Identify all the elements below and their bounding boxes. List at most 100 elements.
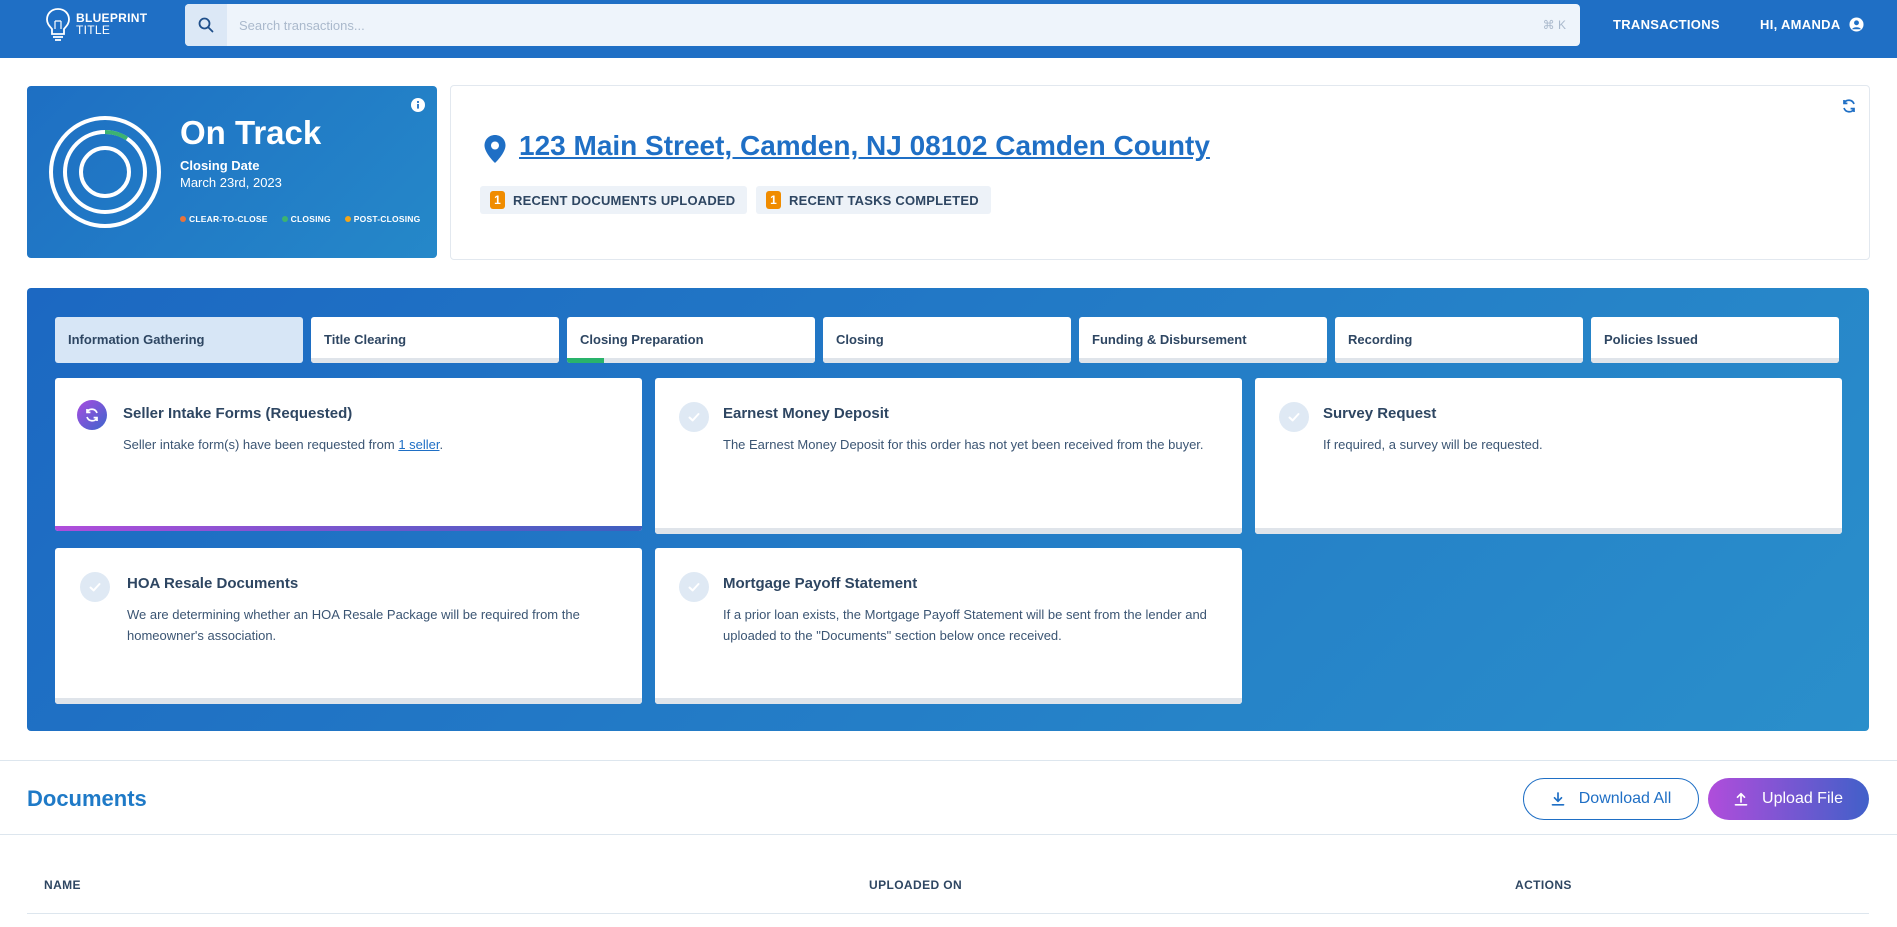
tab-progress-fill	[567, 358, 605, 363]
legend-label: POST-CLOSING	[353, 214, 421, 224]
task-progress-track	[1255, 528, 1842, 534]
task-progress-track	[55, 698, 642, 704]
task-title: HOA Resale Documents	[127, 575, 299, 592]
status-progress-rings	[49, 116, 161, 228]
column-header-name[interactable]: NAME	[44, 878, 81, 892]
lightbulb-logo-icon	[46, 8, 70, 41]
legend-label: CLOSING	[290, 214, 331, 224]
property-address-card: 123 Main Street, Camden, NJ 08102 Camden…	[450, 85, 1870, 260]
legend-dot	[344, 216, 351, 222]
task-title: Mortgage Payoff Statement	[723, 575, 918, 592]
task-progress-bar	[55, 526, 642, 531]
property-address-link[interactable]: 123 Main Street, Camden, NJ 08102 Camden…	[519, 130, 1210, 162]
closing-date-label: Closing Date	[180, 158, 260, 173]
tab-label: Policies Issued	[1604, 332, 1698, 347]
section-divider	[0, 834, 1897, 835]
workflow-panel: Information Gathering Title Clearing Clo…	[27, 288, 1869, 731]
tab-progress-track	[311, 358, 559, 363]
transaction-status-card: On Track Closing Date March 23rd, 2023 C…	[27, 86, 437, 258]
task-card-mortgage-payoff[interactable]: Mortgage Payoff Statement If a prior loa…	[655, 548, 1242, 704]
search-input[interactable]	[227, 4, 1543, 46]
tab-closing-preparation[interactable]: Closing Preparation	[567, 317, 815, 363]
logo-line-2: TITLE	[76, 23, 111, 37]
task-description-text: Seller intake form(s) have been requeste…	[123, 437, 399, 452]
tab-recording[interactable]: Recording	[1335, 317, 1583, 363]
tab-closing[interactable]: Closing	[823, 317, 1071, 363]
nav-transactions-label: TRANSACTIONS	[1613, 17, 1720, 32]
column-header-uploaded-on[interactable]: UPLOADED ON	[869, 878, 962, 892]
tab-progress-track	[1079, 358, 1327, 363]
tab-label: Closing Preparation	[580, 332, 704, 347]
seller-link[interactable]: 1 seller	[398, 437, 439, 452]
task-description: Seller intake form(s) have been requeste…	[123, 434, 618, 455]
badge-label: RECENT DOCUMENTS UPLOADED	[513, 192, 736, 208]
user-menu[interactable]: HI, AMANDA	[1760, 17, 1864, 32]
badge-count: 1	[490, 191, 505, 209]
task-description: If required, a survey will be requested.	[1323, 437, 1543, 452]
tab-information-gathering[interactable]: Information Gathering	[55, 317, 303, 363]
upload-icon	[1734, 792, 1748, 806]
status-legend: CLEAR-TO-CLOSE CLOSING POST-CLOSING	[180, 214, 420, 224]
task-progress-track	[655, 528, 1242, 534]
refresh-icon[interactable]	[1841, 98, 1857, 114]
blueprint-title-logo[interactable]: BLUEPRINT TITLE	[44, 6, 147, 42]
checkmark-icon	[679, 402, 709, 432]
download-all-button[interactable]: Download All	[1523, 778, 1699, 820]
legend-dot	[281, 216, 288, 222]
badge-label: RECENT TASKS COMPLETED	[789, 192, 979, 208]
task-description-end: .	[439, 437, 444, 452]
section-divider	[0, 760, 1897, 761]
recent-tasks-badge[interactable]: 1 RECENT TASKS COMPLETED	[756, 186, 991, 214]
tab-label: Information Gathering	[68, 332, 205, 347]
checkmark-icon	[1279, 402, 1309, 432]
status-title: On Track	[180, 114, 322, 151]
search-shortcut-hint: ⌘ K	[1542, 18, 1566, 32]
checkmark-icon	[679, 572, 709, 602]
tab-label: Closing	[836, 332, 884, 347]
task-progress-track	[655, 698, 1242, 704]
info-icon[interactable]	[411, 98, 425, 112]
task-description: We are determining whether an HOA Resale…	[127, 607, 580, 643]
checkmark-icon	[80, 572, 110, 602]
task-title: Earnest Money Deposit	[723, 405, 889, 422]
tab-title-clearing[interactable]: Title Clearing	[311, 317, 559, 363]
column-header-actions: ACTIONS	[1515, 878, 1572, 892]
upload-file-button[interactable]: Upload File	[1708, 778, 1869, 820]
tab-label: Recording	[1348, 332, 1413, 347]
tab-progress-track	[823, 358, 1071, 363]
task-title: Seller Intake Forms (Requested)	[123, 405, 353, 422]
task-card-hoa-resale[interactable]: HOA Resale Documents We are determining …	[55, 548, 642, 704]
search-icon[interactable]	[185, 4, 227, 46]
tab-progress-track	[1335, 358, 1583, 363]
recent-documents-badge[interactable]: 1 RECENT DOCUMENTS UPLOADED	[480, 186, 748, 214]
legend-label: CLEAR-TO-CLOSE	[189, 214, 268, 224]
download-icon	[1551, 792, 1565, 806]
legend-dot	[180, 216, 186, 222]
search-bar: ⌘ K	[185, 4, 1580, 46]
task-description: The Earnest Money Deposit for this order…	[723, 437, 1204, 452]
closing-date-value: March 23rd, 2023	[180, 175, 282, 190]
task-title: Survey Request	[1323, 405, 1437, 422]
badge-count: 1	[766, 191, 781, 209]
download-all-label: Download All	[1578, 790, 1672, 807]
tab-progress-track	[567, 358, 815, 363]
logo-wordmark: BLUEPRINT TITLE	[76, 12, 147, 36]
user-avatar-icon	[1848, 17, 1864, 32]
legend-item-clear-to-close: CLEAR-TO-CLOSE	[180, 214, 268, 224]
task-card-seller-intake[interactable]: Seller Intake Forms (Requested) Seller i…	[55, 378, 642, 531]
tab-funding-disbursement[interactable]: Funding & Disbursement	[1079, 317, 1327, 363]
upload-file-label: Upload File	[1762, 790, 1843, 807]
map-pin-icon	[484, 135, 506, 163]
tab-policies-issued[interactable]: Policies Issued	[1591, 317, 1839, 363]
nav-transactions-link[interactable]: TRANSACTIONS	[1613, 17, 1720, 32]
task-card-survey-request[interactable]: Survey Request If required, a survey wil…	[1255, 378, 1842, 534]
documents-heading: Documents	[27, 786, 147, 811]
sync-status-icon	[77, 400, 107, 430]
legend-item-closing: CLOSING	[281, 214, 331, 224]
tab-label: Title Clearing	[324, 332, 407, 347]
top-navigation-bar: BLUEPRINT TITLE ⌘ K TRANSACTIONS HI, AMA…	[0, 0, 1897, 58]
task-description: If a prior loan exists, the Mortgage Pay…	[723, 607, 1207, 643]
tab-label: Funding & Disbursement	[1092, 332, 1247, 347]
tab-progress-track	[1591, 358, 1839, 363]
task-card-earnest-money[interactable]: Earnest Money Deposit The Earnest Money …	[655, 378, 1242, 534]
